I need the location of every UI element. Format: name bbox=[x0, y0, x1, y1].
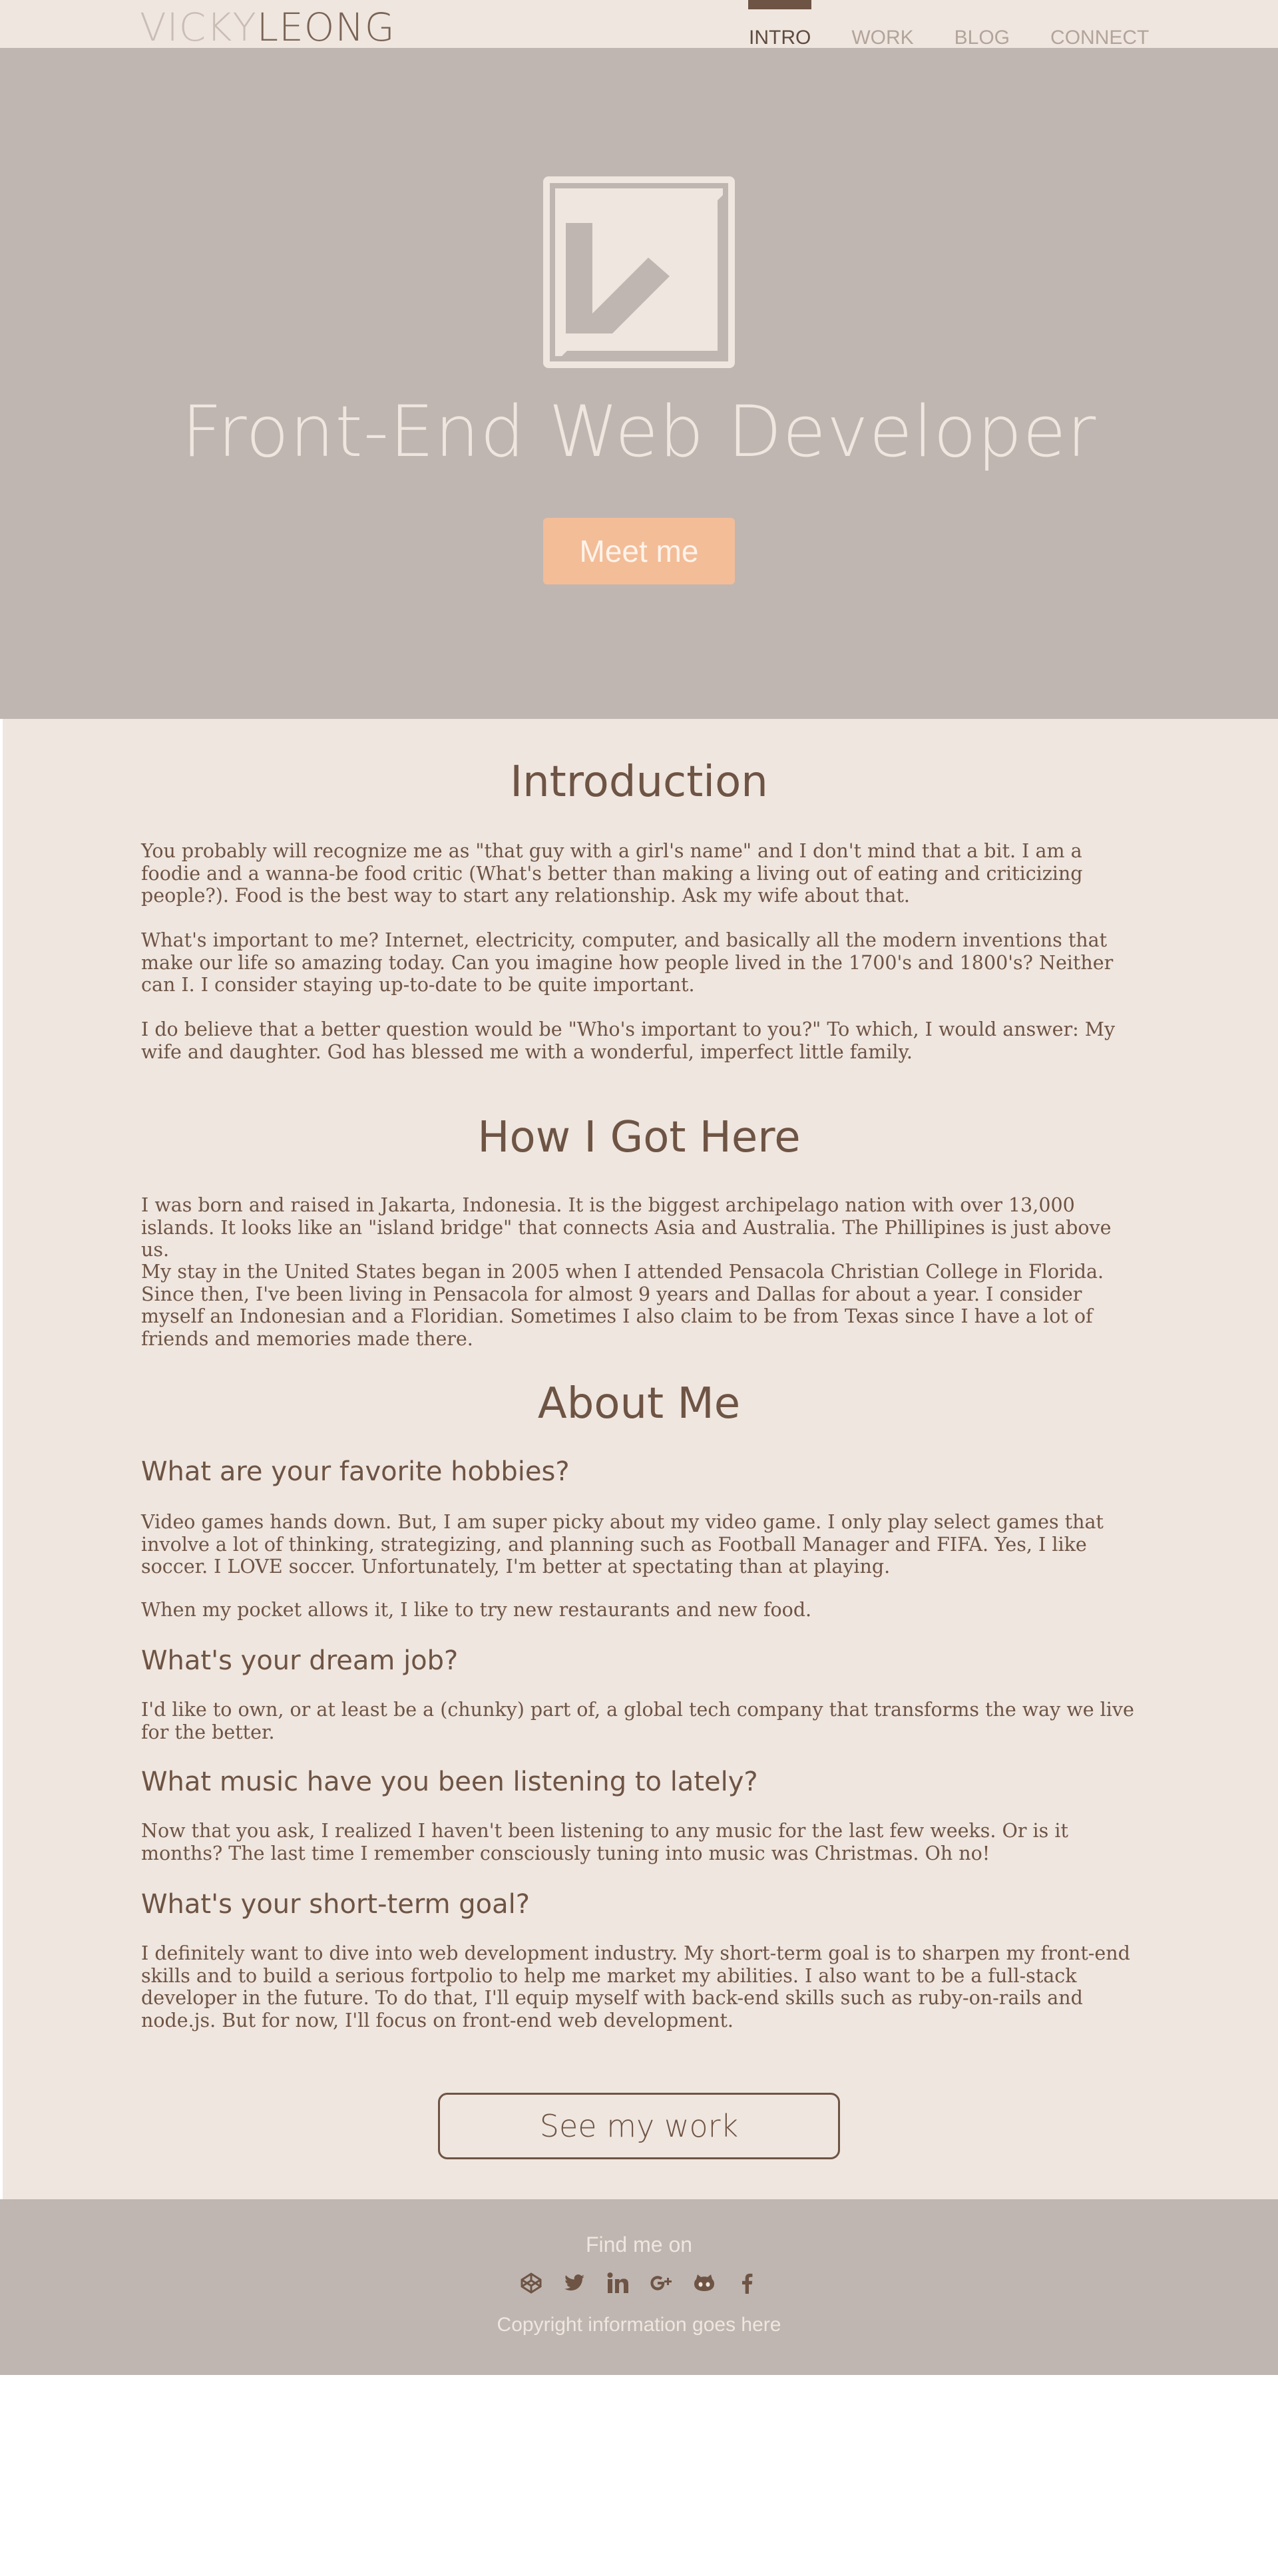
twitter-icon[interactable] bbox=[561, 2270, 588, 2296]
answer-hobbies-2: When my pocket allows it, I like to try … bbox=[141, 1599, 812, 1621]
about-me-heading: About Me bbox=[537, 1379, 741, 1428]
question-hobbies: What are your favorite hobbies? bbox=[141, 1456, 570, 1487]
how-paragraph-1: I was born and raised in Jakarta, Indone… bbox=[141, 1194, 1112, 1261]
question-music: What music have you been listening to la… bbox=[141, 1767, 758, 1797]
top-navbar: VICKYLEONG INTRO WORK BLOG CONNECT bbox=[0, 0, 1278, 49]
intro-paragraph-3: I do believe that a better question woul… bbox=[141, 1018, 1116, 1063]
footer: Find me on Copyright information goes he… bbox=[0, 2199, 1278, 2375]
vl-monogram-logo-icon bbox=[543, 176, 735, 368]
site-logo[interactable]: VICKYLEONG bbox=[140, 8, 395, 47]
answer-dream-job: I'd like to own, or at least be a (chunk… bbox=[141, 1699, 1134, 1743]
nav-item-blog[interactable]: BLOG bbox=[955, 0, 1010, 49]
intro-paragraph-2: What's important to me? Internet, electr… bbox=[141, 929, 1114, 996]
answer-music: Now that you ask, I realized I haven't b… bbox=[141, 1820, 1068, 1864]
nav-item-work[interactable]: WORK bbox=[851, 0, 913, 49]
copyright-text: Copyright information goes here bbox=[497, 2314, 781, 2336]
see-my-work-button[interactable]: See my work bbox=[438, 2093, 840, 2159]
find-me-on-label: Find me on bbox=[585, 2233, 693, 2256]
meet-me-button[interactable]: Meet me bbox=[543, 518, 735, 584]
google-plus-icon[interactable] bbox=[648, 2270, 674, 2296]
how-i-got-here-heading: How I Got Here bbox=[477, 1113, 801, 1162]
linkedin-icon[interactable] bbox=[604, 2270, 631, 2296]
hero-section: Front-End Web Developer Meet me bbox=[0, 48, 1278, 719]
intro-paragraph-1: You probably will recognize me as "that … bbox=[141, 840, 1083, 907]
introduction-heading: Introduction bbox=[510, 757, 768, 807]
answer-hobbies: Video games hands down. But, I am super … bbox=[141, 1511, 1104, 1578]
facebook-icon[interactable] bbox=[734, 2270, 761, 2296]
nav-item-connect[interactable]: CONNECT bbox=[1050, 0, 1149, 49]
github-icon[interactable] bbox=[691, 2270, 718, 2296]
logo-last-name: LEONG bbox=[256, 5, 395, 50]
main-nav: INTRO WORK BLOG CONNECT bbox=[747, 0, 1189, 49]
social-links bbox=[518, 2270, 777, 2296]
nav-item-intro[interactable]: INTRO bbox=[747, 0, 812, 49]
logo-first-name: VICKY bbox=[140, 5, 257, 50]
question-dream-job: What's your dream job? bbox=[141, 1645, 459, 1676]
answer-short-term-goal: I definitely want to dive into web devel… bbox=[141, 1942, 1130, 2032]
hero-title: Front-End Web Developer bbox=[181, 391, 1097, 473]
codepen-icon[interactable] bbox=[518, 2270, 544, 2296]
question-short-term-goal: What's your short-term goal? bbox=[141, 1889, 530, 1920]
how-paragraph-2: My stay in the United States began in 20… bbox=[141, 1261, 1104, 1350]
